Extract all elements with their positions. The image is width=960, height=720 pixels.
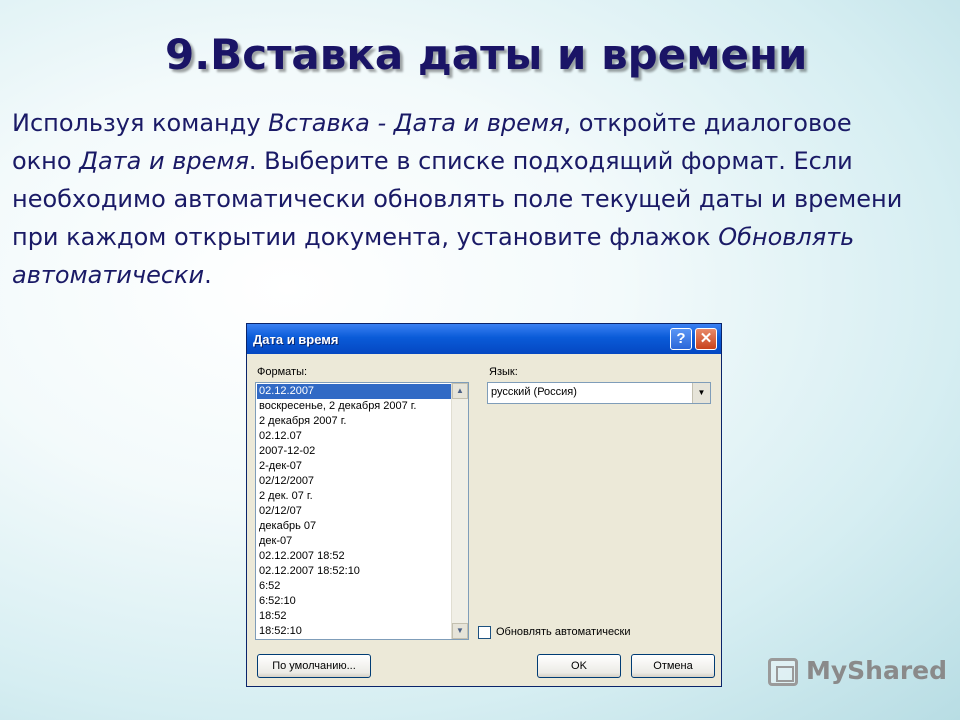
language-dropdown-button[interactable]: ▼: [692, 383, 710, 403]
close-icon: ✕: [699, 330, 713, 347]
format-list-item[interactable]: 2-дек-07: [257, 459, 451, 474]
format-list-item[interactable]: дек-07: [257, 534, 451, 549]
format-list-item[interactable]: 02/12/2007: [257, 474, 451, 489]
close-button[interactable]: ✕: [695, 328, 717, 350]
format-list-item[interactable]: 2 дек. 07 г.: [257, 489, 451, 504]
ok-button[interactable]: OK: [537, 654, 621, 678]
formats-scrollbar[interactable]: ▲ ▼: [451, 383, 468, 639]
auto-update-label[interactable]: Обновлять автоматически: [496, 626, 631, 638]
language-value: русский (Россия): [491, 386, 577, 398]
body-text-1: Используя команду: [12, 109, 269, 137]
arrow-down-icon: ▼: [456, 626, 464, 635]
formats-listbox[interactable]: 02.12.2007 воскресенье, 2 декабря 2007 г.…: [255, 382, 469, 640]
slide-body: Используя команду Вставка - Дата и время…: [12, 104, 912, 294]
format-list-item[interactable]: 02/12/07: [257, 504, 451, 519]
language-label: Язык:: [489, 366, 518, 378]
format-list-item[interactable]: 02.12.2007 18:52: [257, 549, 451, 564]
myshared-logo-icon: [768, 658, 798, 686]
default-button[interactable]: По умолчанию...: [257, 654, 371, 678]
format-list-item[interactable]: воскресенье, 2 декабря 2007 г.: [257, 399, 451, 414]
arrow-up-icon: ▲: [456, 386, 464, 395]
format-list-item[interactable]: 02.12.2007: [257, 384, 451, 399]
format-list-item[interactable]: 02.12.2007 18:52:10: [257, 564, 451, 579]
chevron-down-icon: ▼: [697, 388, 706, 397]
format-list-item[interactable]: 02.12.07: [257, 429, 451, 444]
date-time-dialog: Дата и время ? ✕ Форматы: 02.12.2007 воск…: [246, 323, 722, 687]
dialog-titlebar[interactable]: Дата и время ? ✕: [247, 324, 721, 354]
format-list-item[interactable]: 18:52: [257, 609, 451, 624]
format-list-item[interactable]: 6:52: [257, 579, 451, 594]
format-list-item[interactable]: 18:52:10: [257, 624, 451, 639]
body-italic-menu-command: Вставка - Дата и время: [268, 109, 564, 137]
body-italic-dialog-name: Дата и время: [79, 147, 249, 175]
help-icon: ?: [676, 330, 686, 347]
format-list-item[interactable]: 2 декабря 2007 г.: [257, 414, 451, 429]
cancel-button[interactable]: Отмена: [631, 654, 715, 678]
auto-update-checkbox[interactable]: [478, 626, 491, 639]
formats-list-items: 02.12.2007 воскресенье, 2 декабря 2007 г.…: [257, 384, 451, 639]
body-text-4: .: [204, 261, 212, 289]
language-select[interactable]: русский (Россия) ▼: [487, 382, 711, 404]
slide-title: 9.Вставка даты и времени: [165, 30, 808, 79]
scroll-up-button[interactable]: ▲: [452, 383, 468, 399]
help-button[interactable]: ?: [670, 328, 692, 350]
format-list-item[interactable]: 2007-12-02: [257, 444, 451, 459]
dialog-title: Дата и время: [253, 332, 339, 347]
watermark-text: MyShared: [806, 656, 948, 685]
scroll-down-button[interactable]: ▼: [452, 623, 468, 639]
format-list-item[interactable]: декабрь 07: [257, 519, 451, 534]
format-list-item[interactable]: 6:52:10: [257, 594, 451, 609]
formats-label: Форматы:: [257, 366, 308, 378]
